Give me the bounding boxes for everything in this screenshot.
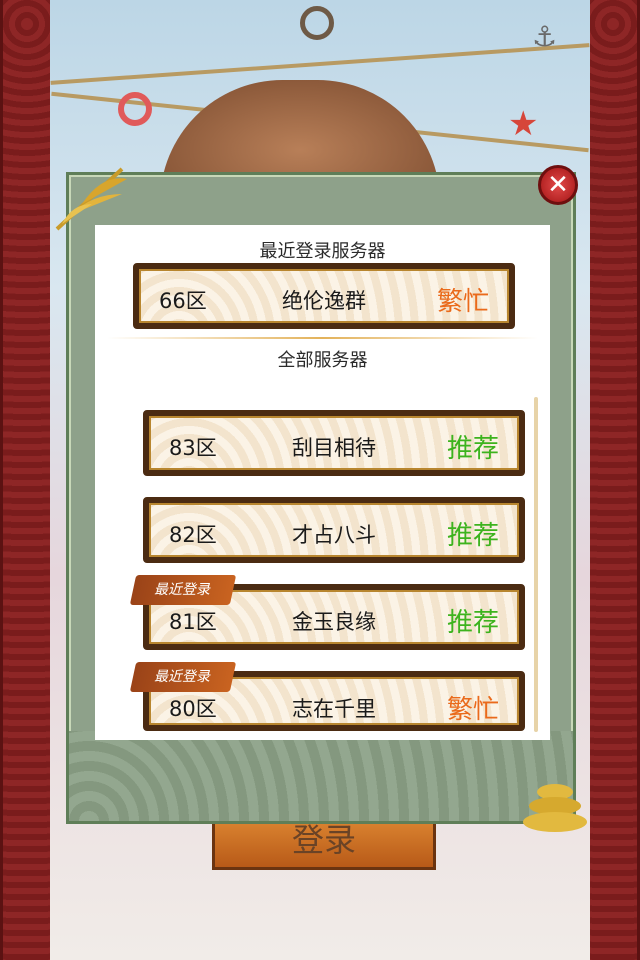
ship-wheel-icon <box>300 6 334 40</box>
bamboo-decoration <box>55 167 127 231</box>
server-list-panel: 最近登录服务器 66区 绝伦逸群 繁忙 全部服务器 83区 刮目相待 推荐 82… <box>95 225 550 740</box>
pine-decoration <box>523 784 587 832</box>
left-frame <box>0 0 54 960</box>
server-status: 繁忙 <box>446 695 499 725</box>
all-servers-title: 全部服务器 <box>277 350 368 371</box>
wave-pattern <box>69 731 573 821</box>
recent-login-tag: 最近登录 <box>129 575 237 605</box>
close-button[interactable]: ✕ <box>538 165 578 205</box>
starfish-icon: ★ <box>508 104 539 144</box>
recent-server-row[interactable]: 66区 绝伦逸群 繁忙 <box>133 263 515 329</box>
anchor-icon: ⚓ <box>532 20 558 53</box>
close-icon: ✕ <box>547 170 569 200</box>
server-row[interactable]: 82区 才占八斗 推荐 <box>143 497 525 563</box>
section-divider <box>107 337 538 339</box>
lifebuoy-icon <box>118 92 152 126</box>
server-status: 推荐 <box>446 608 499 638</box>
server-row[interactable]: 83区 刮目相待 推荐 <box>143 410 525 476</box>
server-status: 繁忙 <box>436 287 489 317</box>
server-list-scrollbar[interactable] <box>534 397 538 732</box>
recent-login-tag: 最近登录 <box>129 662 237 692</box>
server-status: 推荐 <box>446 521 499 551</box>
right-frame <box>586 0 640 960</box>
server-status: 推荐 <box>446 434 499 464</box>
recent-servers-title: 最近登录服务器 <box>259 241 386 262</box>
